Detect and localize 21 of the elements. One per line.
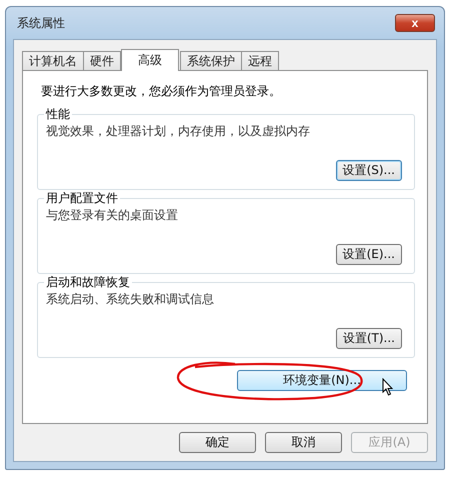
close-button[interactable]: x (395, 14, 435, 32)
group-description: 与您登录有关的桌面设置 (46, 207, 179, 224)
admin-notice: 要进行大多数更改，您必须作为管理员登录。 (41, 83, 282, 100)
settings-button[interactable]: 设置(T)... (336, 328, 402, 349)
dialog-button[interactable]: 取消 (265, 432, 342, 453)
dialog-button[interactable]: 确定 (179, 432, 256, 453)
environment-variables-button[interactable]: 环境变量(N)... (237, 370, 407, 391)
settings-button[interactable]: 设置(S)... (336, 160, 402, 181)
tab[interactable]: 系统保护 (180, 51, 242, 70)
tab[interactable]: 硬件 (83, 51, 121, 70)
group-description: 视觉效果，处理器计划，内存使用，以及虚拟内存 (46, 123, 311, 140)
settings-button[interactable]: 设置(E)... (336, 244, 402, 265)
tab[interactable]: 远程 (241, 51, 279, 70)
group-title: 启动和故障恢复 (44, 275, 132, 289)
group-title: 用户配置文件 (44, 191, 120, 205)
group-description: 系统启动、系统失败和调试信息 (46, 291, 215, 308)
group-title: 性能 (44, 107, 72, 121)
tab[interactable]: 高级 (121, 49, 179, 71)
window-title: 系统属性 (16, 14, 65, 32)
cursor-icon (382, 378, 394, 396)
tab[interactable]: 计算机名 (22, 51, 84, 70)
